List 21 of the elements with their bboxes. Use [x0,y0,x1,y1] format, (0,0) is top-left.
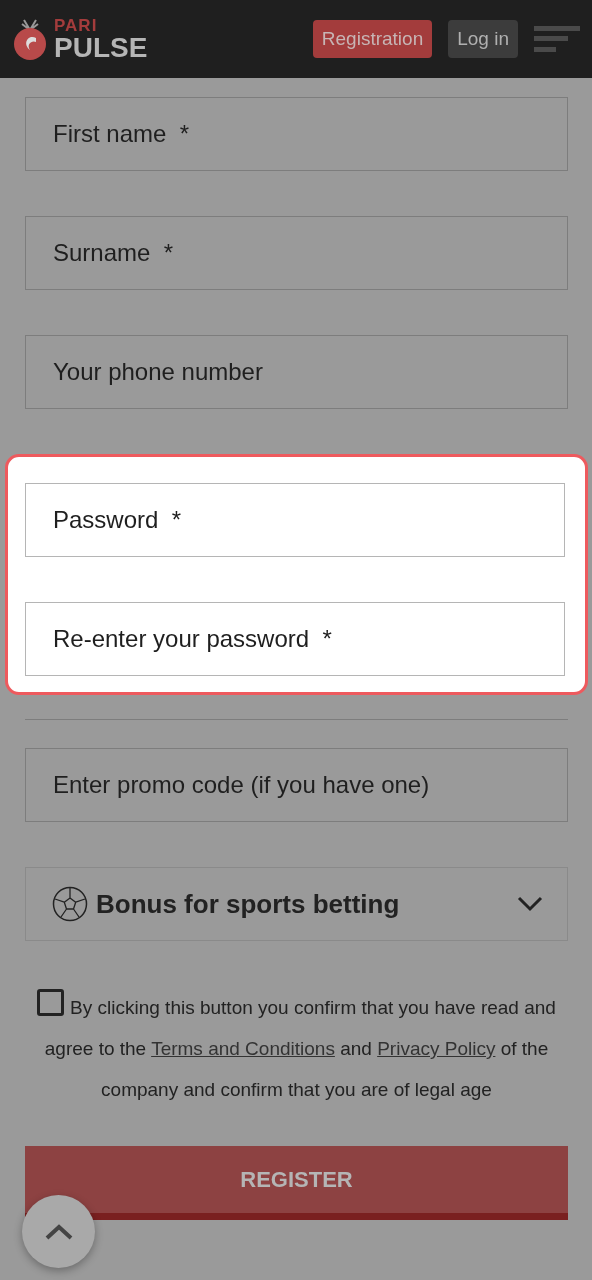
menu-icon [534,26,580,52]
bonus-label: Bonus for sports betting [96,887,400,921]
chevron-up-icon [43,1222,74,1241]
checkbox[interactable] [37,989,65,1016]
logo-text: PARI [54,16,99,34]
input-field[interactable]: Your phone number [25,335,568,409]
input-field[interactable]: Enter promo code (if you have one) [25,748,568,822]
soccer-ball-icon [52,886,88,922]
consent-text: By clicking this button you confirm that you have read and agree to the Terms and Conditions and Privacy Policy of the company and confirm that you are of legal age [33,987,560,1110]
login-button[interactable]: Log in [448,19,518,59]
logo-text: PULSE [54,33,148,62]
input-field[interactable]: First name * [25,97,568,171]
bonus-dropdown[interactable]: Bonus for sports betting [25,867,568,941]
input-field[interactable]: Surname * [25,216,568,290]
input-field[interactable]: Re-enter your password * [25,602,565,676]
input-field[interactable]: Password * [25,483,565,557]
register-button[interactable]: REGISTER [25,1146,568,1220]
registration-button[interactable]: Registration [312,19,433,59]
link[interactable]: Terms and Conditions [151,1038,335,1059]
scroll-up-button[interactable] [22,1195,95,1268]
link[interactable]: Privacy Policy [377,1038,496,1059]
